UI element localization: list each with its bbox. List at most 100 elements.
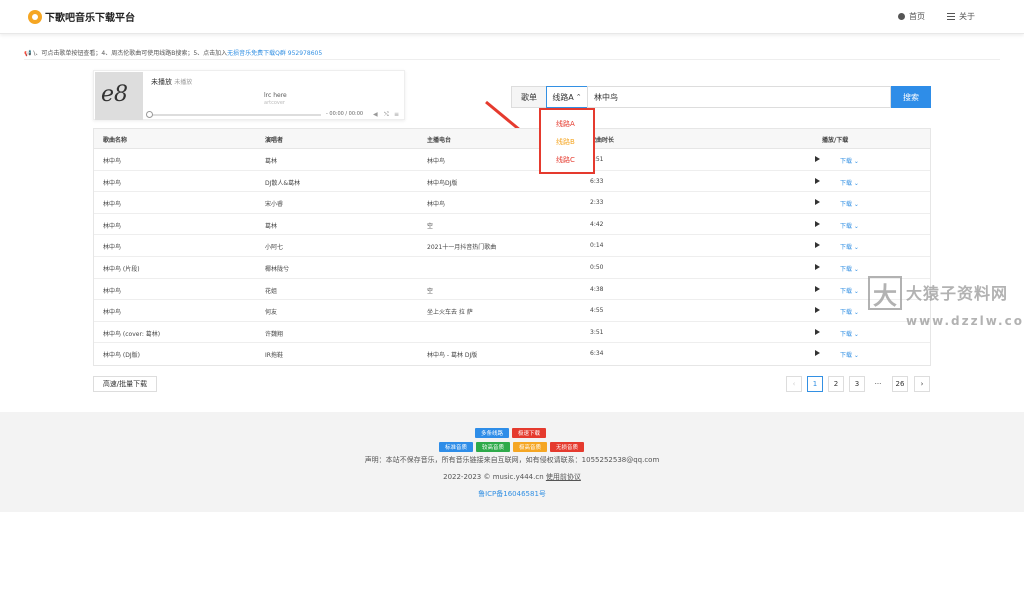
play-icon[interactable] [815,199,820,206]
cell-duration: 6:33 [590,177,604,185]
footer-statement: 声明：本站不保存音乐，所有音乐链接来自互联网，如有侵权请联系：105525253… [364,456,660,464]
table-row: 林中鸟 DJ散人&葛林 林中鸟DJ版 6:33 下载 ⌄ [94,171,930,193]
search-button[interactable]: 搜索 [891,86,931,108]
nav-home[interactable]: 首页 [898,11,925,22]
play-icon[interactable] [815,263,820,270]
col-station: 主播电台 [427,137,452,144]
cell-artist: 何友 [265,309,278,317]
table-row: 林中鸟 葛林 空 4:42 下载 ⌄ [94,214,930,236]
play-icon[interactable] [815,220,820,227]
cell-station: 坐上火车去 拉 萨 [427,309,473,317]
table-row: 林中鸟 (cover: 葛林) 许魏翔 3:51 下载 ⌄ [94,322,930,344]
terms-link[interactable]: 使用前协议 [546,473,581,481]
cell-artist: 椰林陇兮 [265,265,290,273]
nav-home-label: 首页 [909,12,925,21]
pagination-ellipsis: ··· [874,380,882,388]
page-1-button[interactable]: 1 [807,376,823,392]
play-icon[interactable] [815,328,820,335]
table-header: 歌曲名称 演唱者 主播电台 歌曲时长 播放/下载 [94,129,930,149]
route-option-a[interactable]: 线路A [556,119,575,129]
page-2-button[interactable]: 2 [828,376,844,392]
cell-song-name: 林中鸟 [103,179,122,187]
download-dropdown[interactable]: 下载 ⌄ [840,350,859,359]
cell-artist: 葛林 [265,222,278,230]
route-option-b[interactable]: 线路B [556,137,575,147]
table-row: 林中鸟 小阿七 2021十一月抖音热门歌曲 0:14 下载 ⌄ [94,235,930,257]
download-dropdown[interactable]: 下载 ⌄ [840,199,859,208]
top-bar: 下歌吧音乐下载平台 首页 关于 [0,0,1024,34]
cell-artist: IR拖鞋 [265,352,283,360]
cell-artist: 许魏翔 [265,330,284,338]
search-input[interactable]: 林中鸟 [587,86,891,108]
table-row: 林中鸟 花姐 空 4:38 下载 ⌄ [94,279,930,301]
play-icon[interactable] [815,177,820,184]
cell-duration: 3:51 [590,328,604,336]
play-icon[interactable] [815,307,820,314]
download-dropdown[interactable]: 下载 ⌄ [840,156,859,165]
page-3-button[interactable]: 3 [849,376,865,392]
menu-icon [947,13,955,20]
table-row: 林中鸟 葛林 林中鸟 3:51 下载 ⌄ [94,149,930,171]
player-title-sub: 未播放 [174,79,193,86]
cell-song-name: 林中鸟 [103,244,122,252]
download-dropdown[interactable]: 下载 ⌄ [840,264,859,273]
home-icon [898,13,905,20]
play-icon[interactable] [815,156,820,162]
site-title: 下歌吧音乐下载平台 [45,13,135,24]
cell-song-name: 林中鸟 [103,201,122,209]
table-row: 林中鸟 (DJ版) IR拖鞋 林中鸟 - 葛林 DJ版 6:34 下载 ⌄ [94,343,930,365]
player-time: - 00:00 / 00:00 [326,111,364,117]
cell-artist: 宋小睿 [265,201,284,209]
download-dropdown[interactable]: 下载 ⌄ [840,221,859,230]
album-cover: e8 [95,72,143,120]
cell-artist: DJ散人&葛林 [265,179,301,187]
chevron-up-icon: ⌃ [575,93,582,101]
tag-standard-quality: 标准音质 [439,442,473,452]
cell-artist: 葛林 [265,158,278,165]
tag-lossless-quality: 无损音质 [550,442,584,452]
play-icon[interactable] [815,350,820,357]
progress-knob[interactable] [146,111,153,118]
table-row: 林中鸟 何友 坐上火车去 拉 萨 4:55 下载 ⌄ [94,300,930,322]
bulk-download-button[interactable]: 高速/批量下载 [93,376,157,392]
col-song-name: 歌曲名称 [103,137,128,144]
next-page-button[interactable]: › [914,376,930,392]
cover-logo-text: e8 [101,82,129,107]
volume-icon[interactable]: ◀ [373,111,378,118]
cell-song-name: 林中鸟 (cover: 葛林) [103,330,161,338]
cell-song-name: 林中鸟 [103,158,122,165]
download-dropdown[interactable]: 下载 ⌄ [840,307,859,316]
player-title-main: 未播放 [151,78,172,86]
download-dropdown[interactable]: 下载 ⌄ [840,178,859,187]
route-option-c[interactable]: 线路C [556,155,575,165]
icp-link[interactable]: 鲁ICP备16046581号 [0,489,1024,499]
page-last-button[interactable]: 26 [892,376,908,392]
cell-artist: 花姐 [265,287,278,295]
notice-group-link[interactable]: 无损音乐免费下载Q群 952978605 [227,50,322,57]
player-lyrics: lrc here [264,92,287,99]
route-select[interactable]: 线路A ⌃ [546,86,588,108]
col-play-download: 播放/下载 [822,137,849,144]
progress-bar[interactable] [146,111,321,118]
music-player: e8 未播放 未播放 lrc here artcover - 00:00 / 0… [93,70,405,120]
tag-very-high-quality: 极高音质 [513,442,547,452]
play-icon[interactable] [815,242,820,249]
shuffle-icon[interactable]: ⤭ [384,111,389,119]
cell-duration: 6:34 [590,350,604,358]
menu-list-icon[interactable]: ≡ [394,111,399,118]
site-logo[interactable]: 下歌吧音乐下载平台 [28,9,135,24]
download-dropdown[interactable]: 下载 ⌄ [840,329,859,338]
nav-about[interactable]: 关于 [947,11,975,22]
watermark-logo: 大 [868,276,902,310]
table-row: 林中鸟 (片段) 椰林陇兮 0:50 下载 ⌄ [94,257,930,279]
play-icon[interactable] [815,285,820,292]
cell-station: 空 [427,287,434,295]
tag-fast-download: 极速下载 [512,428,546,438]
prev-page-button[interactable]: ‹ [786,376,802,392]
notice-text: 📢 \、可点击歌单按钮查看；4、周杰伦歌曲可使用线路B搜索；5、点击加入 [24,50,228,57]
download-dropdown[interactable]: 下载 ⌄ [840,242,859,251]
download-dropdown[interactable]: 下载 ⌄ [840,286,859,295]
cell-duration: 0:14 [590,242,604,250]
watermark-cn-text: 大猿子资料网 [906,284,1009,303]
cell-song-name: 林中鸟 (DJ版) [103,352,140,360]
